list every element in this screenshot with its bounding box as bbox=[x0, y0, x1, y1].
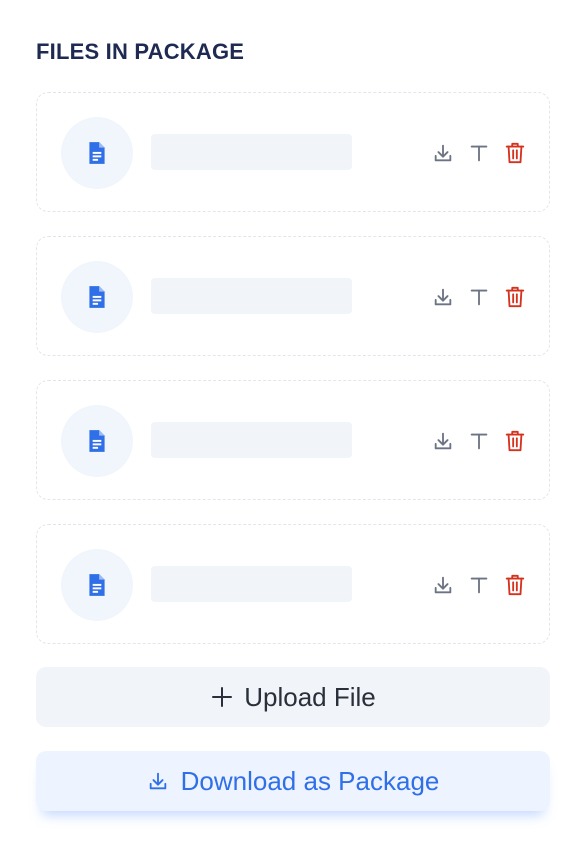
file-avatar bbox=[61, 117, 133, 189]
file-name bbox=[151, 422, 352, 458]
text-t-icon bbox=[470, 145, 488, 162]
file-avatar bbox=[61, 261, 133, 333]
file-avatar bbox=[61, 549, 133, 621]
delete-file-button[interactable] bbox=[502, 572, 528, 598]
text-t-icon bbox=[470, 289, 488, 306]
download-icon bbox=[434, 288, 452, 306]
document-icon bbox=[89, 574, 105, 596]
delete-file-button[interactable] bbox=[502, 428, 528, 454]
trash-icon bbox=[505, 574, 525, 596]
text-t-icon bbox=[470, 433, 488, 450]
download-icon bbox=[434, 432, 452, 450]
download-package-button[interactable]: Download as Package bbox=[36, 751, 550, 811]
file-actions bbox=[430, 428, 528, 454]
delete-file-button[interactable] bbox=[502, 140, 528, 166]
file-card bbox=[36, 380, 550, 500]
file-avatar bbox=[61, 405, 133, 477]
delete-file-button[interactable] bbox=[502, 284, 528, 310]
document-icon bbox=[89, 430, 105, 452]
file-card bbox=[36, 524, 550, 644]
file-actions bbox=[430, 572, 528, 598]
download-icon bbox=[434, 144, 452, 162]
download-icon bbox=[149, 772, 166, 790]
file-actions bbox=[430, 284, 528, 310]
download-file-button[interactable] bbox=[430, 572, 456, 598]
file-name bbox=[151, 566, 352, 602]
file-card bbox=[36, 236, 550, 356]
file-card bbox=[36, 92, 550, 212]
download-icon bbox=[434, 576, 452, 594]
trash-icon bbox=[505, 142, 525, 164]
trash-icon bbox=[505, 430, 525, 452]
download-package-label: Download as Package bbox=[180, 765, 440, 796]
upload-file-label: Upload File bbox=[244, 681, 376, 712]
upload-file-button[interactable]: Upload File bbox=[36, 667, 550, 727]
document-icon bbox=[89, 286, 105, 308]
rename-file-button[interactable] bbox=[466, 428, 492, 454]
rename-file-button[interactable] bbox=[466, 140, 492, 166]
section-title: FILES IN PACKAGE bbox=[36, 39, 245, 64]
file-name bbox=[151, 134, 352, 170]
trash-icon bbox=[505, 286, 525, 308]
plus-icon bbox=[212, 687, 233, 707]
file-name bbox=[151, 278, 352, 314]
download-file-button[interactable] bbox=[430, 428, 456, 454]
rename-file-button[interactable] bbox=[466, 572, 492, 598]
download-file-button[interactable] bbox=[430, 140, 456, 166]
download-file-button[interactable] bbox=[430, 284, 456, 310]
text-t-icon bbox=[470, 577, 488, 594]
document-icon bbox=[89, 142, 105, 164]
file-actions bbox=[430, 140, 528, 166]
rename-file-button[interactable] bbox=[466, 284, 492, 310]
